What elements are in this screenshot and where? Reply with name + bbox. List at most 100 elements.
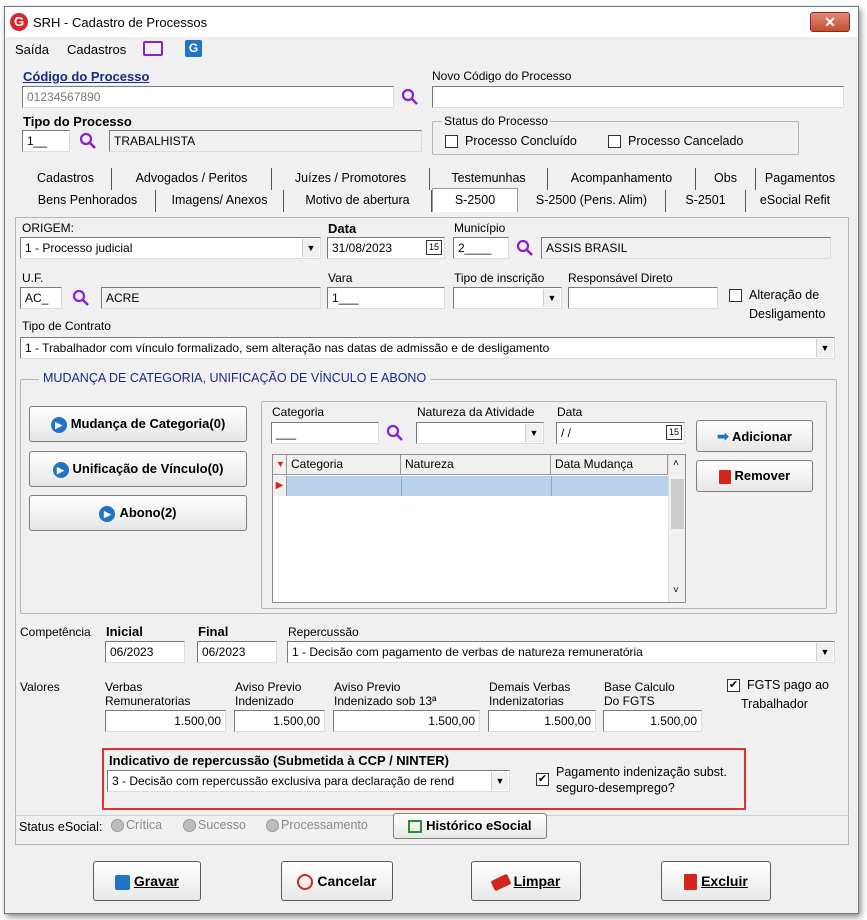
mudanca-grid[interactable]: ▼ Categoria Natureza Data Mudança ▶ ˄ ˅ xyxy=(272,454,686,603)
tipo-contrato-select[interactable]: 1 - Trabalhador com vínculo formalizado,… xyxy=(20,337,835,359)
monitor-icon[interactable] xyxy=(143,41,163,56)
pagamento-indenizacao-checkbox[interactable]: ✔ xyxy=(536,773,549,786)
demais-field[interactable]: 1.500,00 xyxy=(488,710,596,732)
aviso13-field[interactable]: 1.500,00 xyxy=(333,710,480,732)
final-field[interactable]: 06/2023 xyxy=(197,641,277,663)
tab-motivo-abertura[interactable]: Motivo de abertura xyxy=(284,190,432,212)
search-uf-icon[interactable] xyxy=(71,288,91,308)
natureza-select[interactable]: ▼ xyxy=(416,422,544,444)
tab-esocial-refit[interactable]: eSocial Refit xyxy=(746,190,844,212)
chevron-down-icon[interactable]: ˅ xyxy=(673,585,679,596)
grid-col-natureza[interactable]: Natureza xyxy=(401,455,551,475)
status-critica: Crítica xyxy=(109,818,162,833)
uf-code-field[interactable]: AC_ xyxy=(20,287,62,309)
aviso-field[interactable]: 1.500,00 xyxy=(234,710,325,732)
gravar-button[interactable]: Gravar xyxy=(93,861,201,901)
tipo-processo-code-field[interactable]: 1__ xyxy=(22,130,70,152)
chevron-down-icon[interactable]: ▼ xyxy=(302,239,319,257)
tipo-processo-desc-field: TRABALHISTA xyxy=(109,130,422,152)
mudanca-data-field[interactable]: / / 15 xyxy=(556,422,685,444)
menu-cadastros[interactable]: Cadastros xyxy=(67,42,126,57)
status-esocial-label: Status eSocial: xyxy=(19,820,103,834)
tab-s2500[interactable]: S-2500 xyxy=(432,188,518,212)
codigo-field[interactable]: 01234567890 xyxy=(22,86,394,108)
tab-acompanhamento[interactable]: Acompanhamento xyxy=(548,168,696,190)
mudanca-categoria-button[interactable]: ▶ Mudança de Categoria(0) xyxy=(29,406,247,442)
edit-icon xyxy=(408,820,423,834)
repercussao-select[interactable]: 1 - Decisão com pagamento de verbas de n… xyxy=(287,641,835,663)
calendar-icon[interactable]: 15 xyxy=(426,240,442,255)
novo-codigo-field[interactable] xyxy=(432,86,844,108)
data-value: 31/08/2023 xyxy=(332,241,393,255)
tab-obs[interactable]: Obs xyxy=(696,168,756,190)
verbas-field[interactable]: 1.500,00 xyxy=(105,710,226,732)
base-field[interactable]: 1.500,00 xyxy=(603,710,702,732)
indicativo-select[interactable]: 3 - Decisão com repercussão exclusiva pa… xyxy=(107,770,510,792)
radio-icon xyxy=(183,819,196,833)
responsavel-field[interactable] xyxy=(568,287,718,309)
historico-esocial-button[interactable]: Histórico eSocial xyxy=(393,813,547,839)
grid-scrollbar[interactable]: ˄ ˅ xyxy=(668,455,685,602)
scroll-thumb[interactable] xyxy=(671,479,684,529)
menu-bar: Saída Cadastros G xyxy=(5,38,858,60)
uf-desc-field: ACRE xyxy=(101,287,321,309)
grid-col-data-mudanca[interactable]: Data Mudança xyxy=(551,455,668,475)
chevron-up-icon[interactable]: ˄ xyxy=(673,458,679,469)
tab-testemunhas[interactable]: Testemunhas xyxy=(430,168,548,190)
tab-pagamentos[interactable]: Pagamentos xyxy=(756,168,844,190)
excluir-button[interactable]: Excluir xyxy=(661,861,771,901)
origem-select[interactable]: 1 - Processo judicial ▼ xyxy=(20,237,321,259)
status-processamento: Processamento xyxy=(264,818,368,833)
data-field[interactable]: 31/08/2023 15 xyxy=(327,237,445,259)
tabs-row-2: Bens Penhorados Imagens/ Anexos Motivo d… xyxy=(20,188,844,212)
cancelar-button[interactable]: Cancelar xyxy=(281,861,393,901)
mudanca-data-value: / / xyxy=(561,426,572,440)
tab-bens-penhorados[interactable]: Bens Penhorados xyxy=(20,190,156,212)
limpar-button[interactable]: Limpar xyxy=(471,861,581,901)
chevron-down-icon[interactable]: ▼ xyxy=(543,289,560,307)
abono-button[interactable]: ▶ Abono(2) xyxy=(29,495,247,531)
menu-saida[interactable]: Saída xyxy=(15,42,49,57)
main-window: G SRH - Cadastro de Processos ✕ Saída Ca… xyxy=(4,6,859,914)
chevron-down-icon[interactable]: ▼ xyxy=(525,424,542,442)
tipo-inscricao-select[interactable]: ▼ xyxy=(453,287,562,309)
sort-down-icon: ▼ xyxy=(273,455,287,475)
tab-s2501[interactable]: S-2501 xyxy=(666,190,746,212)
inicial-field[interactable]: 06/2023 xyxy=(105,641,185,663)
natureza-label: Natureza da Atividade xyxy=(417,405,535,419)
categoria-field[interactable]: ___ xyxy=(271,422,379,444)
tab-juizes[interactable]: Juízes / Promotores xyxy=(272,168,430,190)
g-app-icon[interactable]: G xyxy=(185,40,202,57)
unificacao-vinculo-button[interactable]: ▶ Unificação de Vínculo(0) xyxy=(29,451,247,487)
alteracao-desligamento-checkbox[interactable] xyxy=(729,289,742,302)
search-tipo-icon[interactable] xyxy=(78,131,98,151)
chevron-down-icon[interactable]: ▼ xyxy=(816,643,833,661)
search-codigo-icon[interactable] xyxy=(400,87,420,107)
table-row[interactable] xyxy=(287,476,668,496)
search-categoria-icon[interactable] xyxy=(385,423,405,443)
tab-advogados[interactable]: Advogados / Peritos xyxy=(112,168,272,190)
tab-s2500-pens-alim[interactable]: S-2500 (Pens. Alim) xyxy=(518,190,666,212)
search-municipio-icon[interactable] xyxy=(515,238,535,258)
tab-imagens-anexos[interactable]: Imagens/ Anexos xyxy=(156,190,284,212)
calendar-icon[interactable]: 15 xyxy=(666,425,682,440)
base-label-2: Do FGTS xyxy=(604,694,655,708)
vara-field[interactable]: 1___ xyxy=(327,287,445,309)
processo-concluido-checkbox[interactable] xyxy=(445,135,458,148)
grid-header: ▼ Categoria Natureza Data Mudança xyxy=(273,455,668,475)
processo-cancelado-checkbox[interactable] xyxy=(608,135,621,148)
play-icon: ▶ xyxy=(50,416,67,433)
municipio-code-field[interactable]: 2____ xyxy=(453,237,509,259)
verbas-label-2: Remuneratorias xyxy=(105,694,191,708)
remover-label: Remover xyxy=(734,468,791,483)
adicionar-button[interactable]: ➡ Adicionar xyxy=(696,420,813,452)
processo-concluido-label: Processo Concluído xyxy=(465,134,577,148)
chevron-down-icon[interactable]: ▼ xyxy=(816,339,833,357)
remover-button[interactable]: Remover xyxy=(696,460,813,492)
categoria-label: Categoria xyxy=(272,405,325,419)
fgts-pago-checkbox[interactable]: ✔ xyxy=(727,679,740,692)
tab-cadastros[interactable]: Cadastros xyxy=(20,168,112,190)
close-button[interactable]: ✕ xyxy=(810,12,850,32)
chevron-down-icon[interactable]: ▼ xyxy=(491,772,508,790)
grid-col-categoria[interactable]: Categoria xyxy=(287,455,401,475)
